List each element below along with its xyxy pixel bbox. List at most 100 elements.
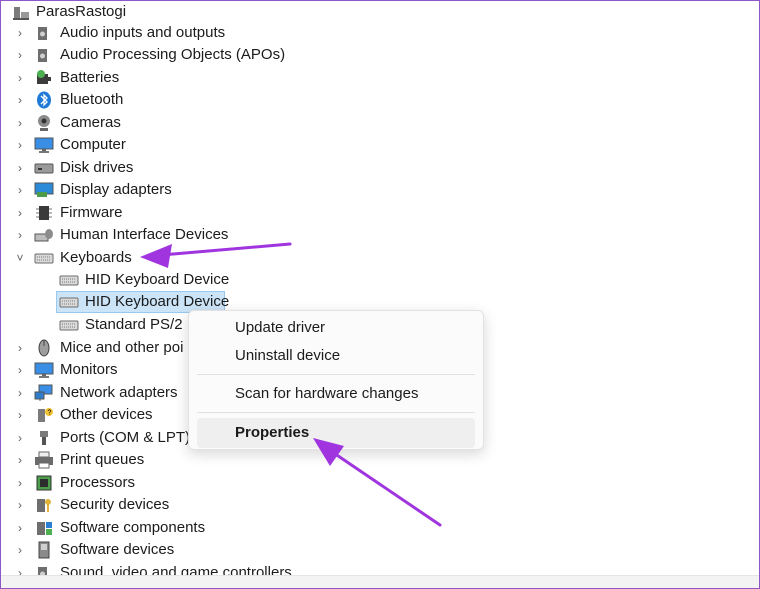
tree-item-audio-processing-objects-apos[interactable]: › Audio Processing Objects (APOs)	[9, 44, 309, 66]
tree-item-label: Monitors	[60, 361, 118, 378]
chevron-right-icon[interactable]: ›	[14, 112, 26, 134]
menu-item-uninstall-device[interactable]: Uninstall device	[197, 341, 475, 371]
chevron-right-icon[interactable]: ›	[14, 404, 26, 426]
chevron-right-icon[interactable]: ›	[14, 89, 26, 111]
chevron-down-icon[interactable]: ˅	[14, 247, 26, 269]
keyboard-icon	[59, 293, 79, 311]
monitor-icon	[34, 361, 54, 379]
mouse-icon	[34, 339, 54, 357]
chevron-right-icon[interactable]: ›	[14, 494, 26, 516]
chevron-right-icon[interactable]: ›	[14, 67, 26, 89]
chevron-right-icon[interactable]: ›	[14, 449, 26, 471]
tree-item-display-adapters[interactable]: › Display adapters	[9, 179, 309, 201]
child-label: Standard PS/2 K	[85, 316, 187, 333]
chevron-right-icon[interactable]: ›	[14, 179, 26, 201]
battery-icon	[34, 69, 54, 87]
tree-item-label: Audio inputs and outputs	[60, 24, 226, 41]
chevron-right-icon[interactable]: ›	[14, 539, 26, 561]
status-strip	[1, 575, 759, 588]
tree-item-label: Software devices	[60, 541, 175, 558]
chevron-right-icon[interactable]: ›	[14, 359, 26, 381]
tree-item-label: Batteries	[60, 69, 120, 86]
svg-text:?: ?	[48, 410, 52, 417]
device-manager-window: ParasRastogi › Audio inputs and outputs › A…	[0, 0, 760, 589]
tree-item-label: Cameras	[60, 114, 121, 131]
tree-item-label: Display adapters	[60, 181, 172, 198]
speaker-icon	[34, 24, 54, 42]
tree-item-label: Security devices	[60, 496, 170, 513]
tree-child-standard-ps2[interactable]: Standard PS/2 K	[57, 314, 187, 336]
keyboard-icon	[59, 271, 79, 289]
chevron-right-icon[interactable]: ›	[14, 157, 26, 179]
monitor-icon	[34, 136, 54, 154]
tree-item-batteries[interactable]: › Batteries	[9, 67, 309, 89]
tree-item-audio-inputs-and-outputs[interactable]: › Audio inputs and outputs	[9, 22, 309, 44]
tree-item-security-devices[interactable]: › Security devices	[9, 494, 309, 516]
tree-item-mice-and-other-poi[interactable]: › Mice and other poi	[9, 337, 187, 359]
menu-item-scan-hardware[interactable]: Scan for hardware changes	[197, 379, 475, 409]
tree-item-keyboards[interactable]: ˅ Keyboards	[9, 247, 309, 269]
chevron-right-icon[interactable]: ›	[14, 472, 26, 494]
software-component-icon	[34, 519, 54, 537]
chevron-right-icon[interactable]: ›	[14, 337, 26, 359]
tree-root[interactable]: ParasRastogi	[9, 1, 309, 23]
port-icon	[34, 429, 54, 447]
tree-item-label: Mice and other poi	[60, 339, 184, 356]
tree-item-processors[interactable]: › Processors	[9, 472, 309, 494]
child-label: HID Keyboard Device	[85, 271, 230, 288]
tree-item-label: Print queues	[60, 451, 145, 468]
security-icon	[34, 496, 54, 514]
tree-item-label: Disk drives	[60, 159, 134, 176]
menu-item-properties[interactable]: Properties	[197, 418, 475, 448]
tree-item-cameras[interactable]: › Cameras	[9, 112, 309, 134]
tree-item-print-queues[interactable]: › Print queues	[9, 449, 309, 471]
speaker-icon	[34, 46, 54, 64]
bluetooth-icon	[34, 91, 54, 109]
chip-icon	[34, 204, 54, 222]
chevron-right-icon[interactable]: ›	[14, 427, 26, 449]
tree-item-label: Firmware	[60, 204, 123, 221]
tree-item-label: Ports (COM & LPT)	[60, 429, 191, 446]
tree-item-label: Human Interface Devices	[60, 226, 229, 243]
tree-item-label: Processors	[60, 474, 136, 491]
tree-item-label: Other devices	[60, 406, 153, 423]
tree-item-label: Network adapters	[60, 384, 178, 401]
tree-child-hid-keyboard-1[interactable]: HID Keyboard Device	[57, 269, 257, 291]
tree-item-label: Bluetooth	[60, 91, 124, 108]
menu-separator	[197, 412, 475, 413]
chevron-right-icon[interactable]: ›	[14, 224, 26, 246]
chevron-right-icon[interactable]: ›	[14, 382, 26, 404]
processor-icon	[34, 474, 54, 492]
display-adapter-icon	[34, 181, 54, 199]
keyboard-icon	[34, 249, 54, 267]
tree-item-human-interface-devices[interactable]: › Human Interface Devices	[9, 224, 309, 246]
root-label: ParasRastogi	[36, 3, 127, 20]
tree-item-software-components[interactable]: › Software components	[9, 517, 309, 539]
tree-item-computer[interactable]: › Computer	[9, 134, 309, 156]
tree-item-software-devices[interactable]: › Software devices	[9, 539, 309, 561]
tree-item-firmware[interactable]: › Firmware	[9, 202, 309, 224]
keyboard-icon	[59, 316, 79, 334]
hid-icon	[34, 226, 54, 244]
tree-item-bluetooth[interactable]: › Bluetooth	[9, 89, 309, 111]
tree-item-label: Keyboards	[60, 249, 132, 266]
chevron-right-icon[interactable]: ›	[14, 202, 26, 224]
chevron-right-icon[interactable]: ›	[14, 44, 26, 66]
computer-icon	[11, 3, 31, 21]
chevron-right-icon[interactable]: ›	[14, 517, 26, 539]
network-icon	[34, 384, 54, 402]
tree-item-disk-drives[interactable]: › Disk drives	[9, 157, 309, 179]
context-menu: Update driver Uninstall device Scan for …	[188, 310, 484, 450]
printer-icon	[34, 451, 54, 469]
chevron-right-icon[interactable]: ›	[14, 22, 26, 44]
menu-separator	[197, 374, 475, 375]
chevron-right-icon[interactable]: ›	[14, 134, 26, 156]
tree-item-label: Audio Processing Objects (APOs)	[60, 46, 286, 63]
disk-drive-icon	[34, 159, 54, 177]
software-device-icon	[34, 541, 54, 559]
menu-item-update-driver[interactable]: Update driver	[197, 313, 475, 343]
tree-item-label: Computer	[60, 136, 126, 153]
tree-item-label: Software components	[60, 519, 206, 536]
camera-icon	[34, 114, 54, 132]
unknown-device-icon: ?	[34, 406, 54, 424]
